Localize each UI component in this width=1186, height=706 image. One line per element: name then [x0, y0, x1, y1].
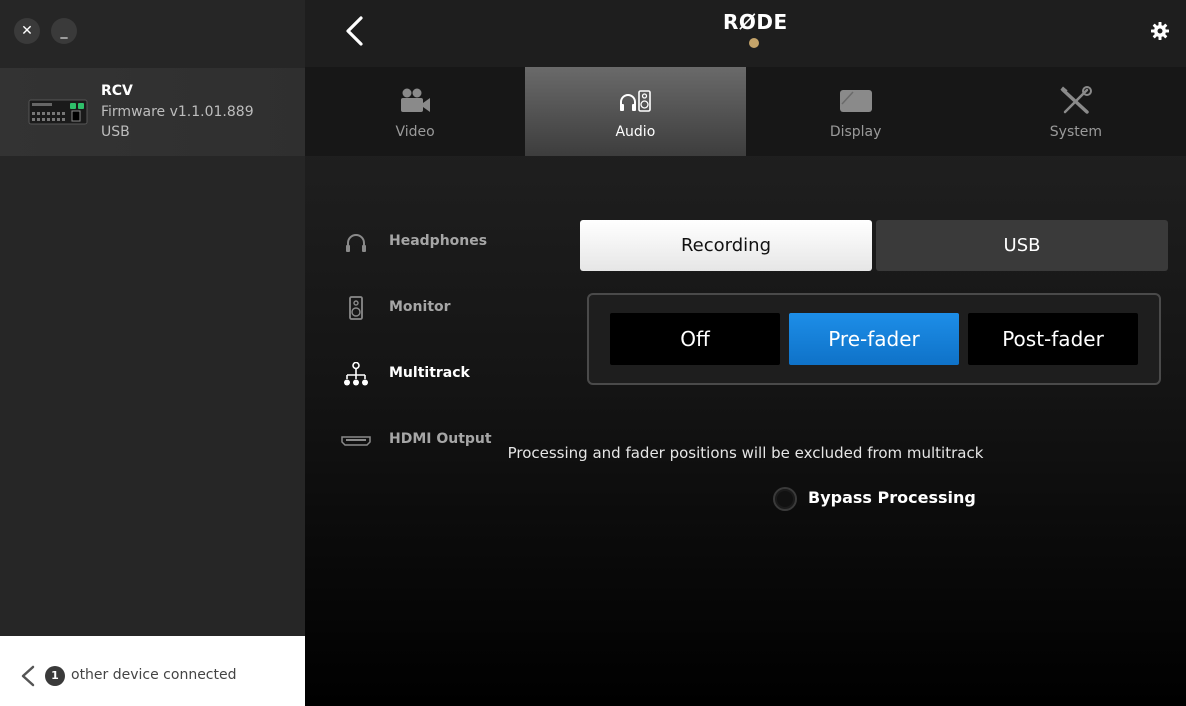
multitrack-mode-group: Off Pre-fader Post-fader	[587, 293, 1161, 385]
gear-icon[interactable]	[1151, 22, 1169, 40]
tab-display[interactable]: Display	[746, 67, 966, 156]
device-sidebar: ✕ _ RCV Firmware v1.1.01.889 USB 1 other…	[0, 0, 305, 706]
bypass-processing-label[interactable]: Bypass Processing	[808, 488, 976, 507]
device-firmware: Firmware v1.1.01.889	[101, 104, 254, 120]
headphones-speaker-icon	[620, 90, 652, 112]
tab-video[interactable]: Video	[305, 67, 525, 156]
tools-icon	[1060, 86, 1092, 114]
tab-audio[interactable]: Audio	[525, 67, 746, 156]
chevron-left-icon	[21, 665, 35, 687]
brand-logo: RØDE	[723, 10, 788, 34]
close-window-button[interactable]: ✕	[14, 18, 40, 44]
display-icon	[839, 90, 872, 112]
subnav-item-headphones[interactable]: Headphones	[341, 227, 541, 257]
mode-pre-fader-button[interactable]: Pre-fader	[789, 313, 959, 365]
main-tabs: Video Audio Display System	[305, 67, 1186, 156]
top-bar: RØDE	[305, 0, 1186, 67]
mode-post-fader-button[interactable]: Post-fader	[968, 313, 1138, 365]
minimize-window-button[interactable]: _	[51, 18, 77, 44]
device-name: RCV	[101, 83, 133, 99]
subnav-label-monitor: Monitor	[389, 299, 451, 315]
other-devices-label: other device connected	[71, 667, 237, 683]
device-connection: USB	[101, 124, 130, 140]
speaker-icon	[349, 296, 363, 320]
tab-system[interactable]: System	[966, 67, 1186, 156]
subnav-label-headphones: Headphones	[389, 233, 488, 249]
recording-target-button[interactable]: Recording	[580, 220, 872, 271]
tab-audio-label: Audio	[615, 124, 656, 140]
device-card-rcv[interactable]: RCV Firmware v1.1.01.889 USB	[0, 68, 305, 156]
camera-icon	[401, 88, 431, 112]
mode-off-button[interactable]: Off	[610, 313, 780, 365]
main-panel: RØDE Video Audio Display System Headphon…	[305, 0, 1186, 706]
headphones-icon	[346, 234, 366, 252]
subnav-item-monitor[interactable]: Monitor	[341, 293, 541, 323]
other-devices-bar[interactable]: 1 other device connected	[0, 636, 305, 706]
other-devices-count-badge: 1	[45, 666, 65, 686]
usb-target-button[interactable]: USB	[876, 220, 1168, 271]
tab-system-label: System	[1049, 124, 1102, 140]
tab-display-label: Display	[829, 124, 882, 140]
tab-video-label: Video	[395, 124, 435, 140]
device-thumbnail-icon	[28, 99, 88, 125]
multitrack-info-text: Processing and fader positions will be e…	[507, 444, 984, 462]
bypass-processing-radio[interactable]	[773, 487, 797, 511]
subnav-item-multitrack[interactable]: Multitrack	[341, 359, 541, 389]
subnav-label-multitrack: Multitrack	[389, 365, 470, 381]
multitrack-icon	[344, 362, 368, 386]
back-button[interactable]	[341, 14, 369, 48]
status-dot	[749, 38, 759, 48]
